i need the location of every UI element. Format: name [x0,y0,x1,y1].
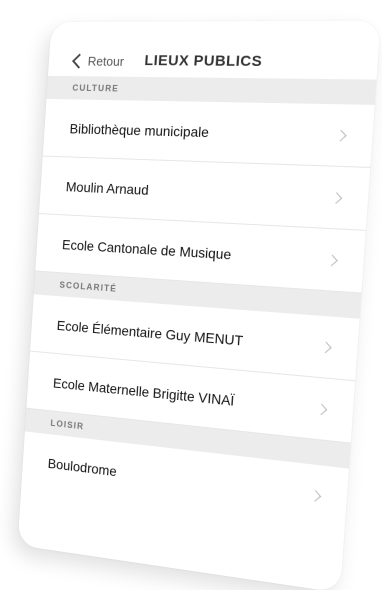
phone-screen: Retour LIEUX PUBLICS CULTURE Bibliothèqu… [17,20,381,590]
list-item-label: Ecole Maternelle Brigitte VINAÏ [52,374,235,409]
page-title: LIEUX PUBLICS [143,52,263,71]
navigation-bar: Retour LIEUX PUBLICS [48,21,381,80]
list-item-label: Moulin Arnaud [65,178,150,198]
screenshot-stage: Retour LIEUX PUBLICS CULTURE Bibliothèqu… [0,0,382,590]
list-item-label: Boulodrome [47,455,118,480]
list-item-label: Bibliothèque municipale [69,120,210,140]
list-item-label: Ecole Cantonale de Musique [61,236,232,262]
back-button-label: Retour [87,53,125,69]
list-item-label: Ecole Élémentaire Guy MENUT [56,316,244,349]
chevron-left-icon [72,53,87,69]
back-button[interactable]: Retour [72,53,125,69]
